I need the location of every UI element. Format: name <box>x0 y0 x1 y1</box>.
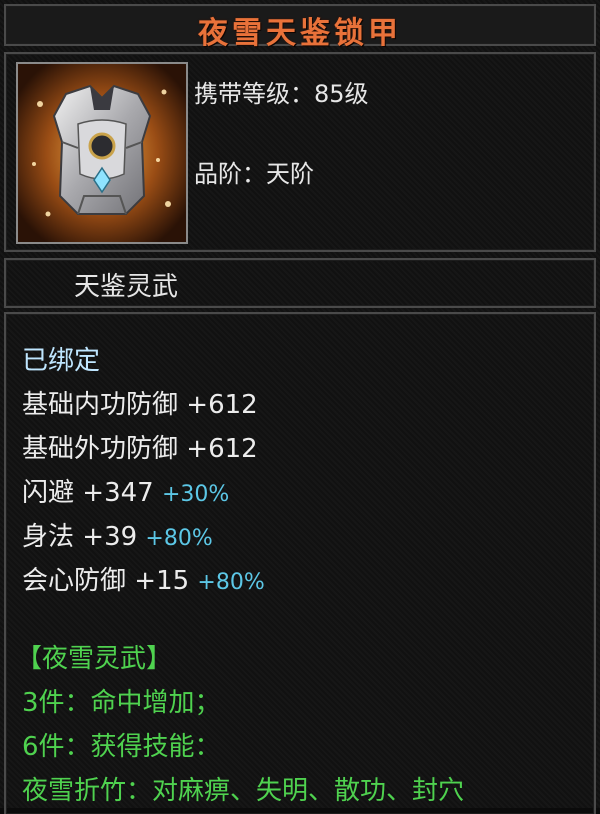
stat-inner-defense: 基础内功防御 +612 <box>22 384 258 421</box>
stat-crit-defense: 会心防御 +15 +80% <box>22 560 265 597</box>
item-name: 夜雪天鉴锁甲 <box>198 16 402 51</box>
item-grade: 品阶：天阶 <box>194 160 314 188</box>
stat-outer-defense: 基础外功防御 +612 <box>22 428 258 465</box>
set-skill: 夜雪折竹：对麻痹、失明、散功、封穴 <box>22 776 465 806</box>
armor-icon-graphic <box>18 64 186 242</box>
stat-name: 闪避 <box>22 478 75 508</box>
stat-name: 基础外功防御 <box>22 434 179 464</box>
stat-bonus: +80% <box>197 570 265 595</box>
armor-chest-icon[interactable] <box>16 62 188 244</box>
set-bonus-3: 3件：命中增加； <box>22 688 221 718</box>
stat-name: 会心防御 <box>22 566 127 596</box>
attributes-panel: 已绑定 基础内功防御 +612 基础外功防御 +612 闪避 +347 +30%… <box>4 312 596 814</box>
stat-value: +15 <box>134 566 190 596</box>
stat-value: +39 <box>82 522 138 552</box>
item-series: 天鉴灵武 <box>74 272 179 302</box>
stat-name: 基础内功防御 <box>22 390 179 420</box>
stat-value: +612 <box>186 434 258 464</box>
item-tooltip: 夜雪天鉴锁甲 携带等级：85级 品阶：天阶 天鉴灵武 已绑定 基础内功防御 +6… <box>0 0 600 814</box>
stat-name: 身法 <box>22 522 75 552</box>
stat-agility: 身法 +39 +80% <box>22 516 213 553</box>
stat-bonus: +80% <box>145 526 213 551</box>
title-bar: 夜雪天鉴锁甲 <box>4 4 596 51</box>
set-title: 【夜雪灵武】 <box>16 644 173 674</box>
stat-dodge: 闪避 +347 +30% <box>22 472 229 509</box>
stat-value: +347 <box>82 478 154 508</box>
bound-status: 已绑定 <box>22 346 101 376</box>
stat-bonus: +30% <box>161 482 230 507</box>
carry-level: 携带等级：85级 <box>194 80 369 108</box>
stat-value: +612 <box>186 390 258 420</box>
item-info-panel: 携带等级：85级 品阶：天阶 <box>4 52 596 252</box>
series-panel: 天鉴灵武 <box>4 258 596 308</box>
set-bonus-6: 6件：获得技能： <box>22 732 221 762</box>
